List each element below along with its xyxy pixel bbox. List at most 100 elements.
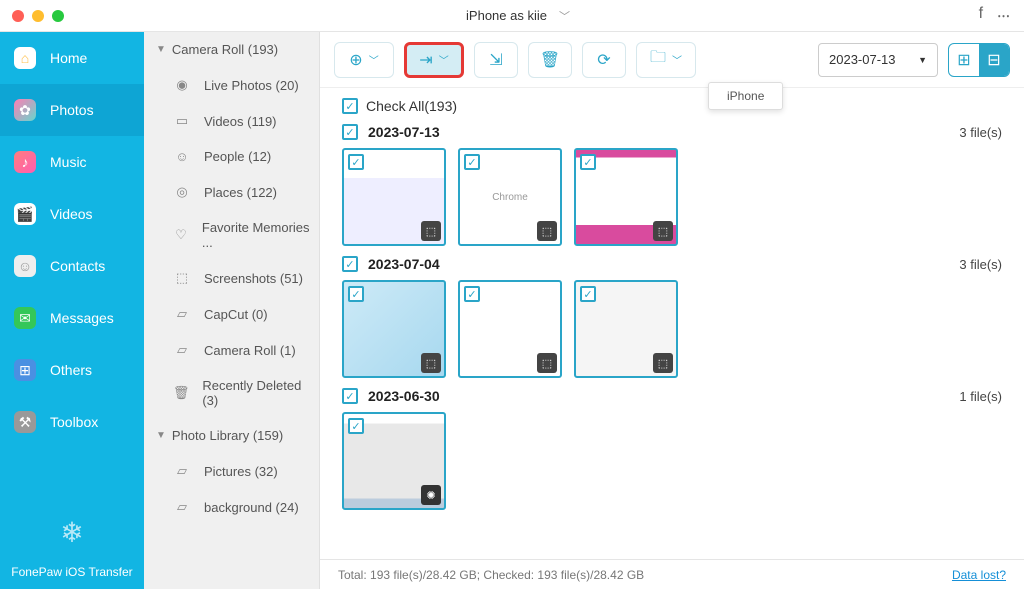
triangle-down-icon: ▼: [156, 44, 166, 55]
album-group-camera-roll[interactable]: ▼Camera Roll (193): [144, 32, 319, 67]
thumb-checkbox[interactable]: ✓: [580, 154, 596, 170]
check-all-row[interactable]: ✓ Check All(193): [342, 98, 1002, 114]
photo-thumbnail[interactable]: ✓⬚: [342, 148, 446, 246]
date-selector-value: 2023-07-13: [829, 52, 896, 67]
heart-icon: ♡: [172, 227, 190, 243]
app-name: FonePaw iOS Transfer: [0, 555, 144, 589]
album-screenshots[interactable]: ⬚Screenshots (51): [144, 260, 319, 296]
maximize-window-button[interactable]: [52, 10, 64, 22]
view-grid-small-button[interactable]: ⊟: [979, 44, 1009, 76]
thumb-checkbox[interactable]: ✓: [464, 154, 480, 170]
nav-messages[interactable]: ✉ Messages: [0, 292, 144, 344]
videos-icon: 🎬: [14, 203, 36, 225]
close-window-button[interactable]: [12, 10, 24, 22]
status-text: Total: 193 file(s)/28.42 GB; Checked: 19…: [338, 568, 644, 582]
view-grid-large-button[interactable]: ⊞: [949, 44, 979, 76]
nav-label: Home: [50, 50, 87, 66]
section-count: 1 file(s): [959, 389, 1002, 404]
others-icon: ⊞: [14, 359, 36, 381]
nav-label: Messages: [50, 310, 114, 326]
thumb-checkbox[interactable]: ✓: [348, 154, 364, 170]
section-date: 2023-07-04: [368, 256, 440, 272]
minimize-window-button[interactable]: [32, 10, 44, 22]
album-panel: ▼Camera Roll (193) ◉Live Photos (20) ▭Vi…: [144, 32, 320, 589]
photo-thumbnail[interactable]: ✓⬚: [458, 280, 562, 378]
album-group-photo-library[interactable]: ▼ Photo Library (159): [144, 418, 319, 453]
export-to-device-button[interactable]: ⇥﹀: [404, 42, 464, 78]
album-people[interactable]: ☺People (12): [144, 139, 319, 174]
export-tooltip: iPhone: [708, 82, 783, 110]
section-checkbox[interactable]: ✓: [342, 388, 358, 404]
date-selector[interactable]: 2023-07-13 ▼: [818, 43, 938, 77]
photo-thumbnail[interactable]: ✓⬚: [342, 280, 446, 378]
screenshot-badge-icon: ⬚: [537, 353, 557, 373]
feedback-icon[interactable]: ⸱⸱⸱: [997, 5, 1010, 27]
nav-others[interactable]: ⊞Others: [0, 344, 144, 396]
nav-label: Videos: [50, 206, 93, 222]
photo-thumbnail[interactable]: ✓⬚: [574, 148, 678, 246]
nav-home[interactable]: ⌂ Home: [0, 32, 144, 84]
contacts-icon: ☺: [14, 255, 36, 277]
album-label: Camera Roll (1): [204, 343, 296, 358]
album-favorite-memories[interactable]: ♡Favorite Memories ...: [144, 210, 319, 260]
export-to-pc-button[interactable]: ⇲: [474, 42, 518, 78]
nav-label: Photos: [50, 102, 94, 118]
people-icon: ☺: [172, 149, 192, 164]
photo-thumbnail[interactable]: ✓Chrome⬚: [458, 148, 562, 246]
album-pictures[interactable]: ▱Pictures (32): [144, 453, 319, 489]
screenshot-badge-icon: ⬚: [653, 353, 673, 373]
nav-music[interactable]: ♪Music: [0, 136, 144, 188]
titlebar: iPhone as kiie ﹀ f ⸱⸱⸱: [0, 0, 1024, 32]
add-button[interactable]: ⊕﹀: [334, 42, 394, 78]
thumb-checkbox[interactable]: ✓: [348, 286, 364, 302]
screenshot-badge-icon: ⬚: [653, 221, 673, 241]
section-date: 2023-07-13: [368, 124, 440, 140]
nav-label: Toolbox: [50, 414, 98, 430]
status-bar: Total: 193 file(s)/28.42 GB; Checked: 19…: [320, 559, 1024, 589]
album-label: Live Photos (20): [204, 78, 299, 93]
thumb-checkbox[interactable]: ✓: [348, 418, 364, 434]
places-icon: ◎: [172, 184, 192, 200]
nav-label: Music: [50, 154, 87, 170]
check-all-checkbox[interactable]: ✓: [342, 98, 358, 114]
photo-thumbnail[interactable]: ✓⬚: [574, 280, 678, 378]
delete-button[interactable]: 🗑: [528, 42, 572, 78]
album-videos[interactable]: ▭Videos (119): [144, 103, 319, 139]
messages-icon: ✉: [14, 307, 36, 329]
refresh-button[interactable]: ⟳: [582, 42, 626, 78]
nav-contacts[interactable]: ☺Contacts: [0, 240, 144, 292]
chevron-down-icon: ﹀: [369, 52, 379, 67]
triangle-down-icon: ▼: [918, 55, 927, 65]
nav-videos[interactable]: 🎬 Videos: [0, 188, 144, 240]
facebook-icon[interactable]: f: [979, 5, 983, 27]
section-checkbox[interactable]: ✓: [342, 256, 358, 272]
thumb-checkbox[interactable]: ✓: [580, 286, 596, 302]
section-checkbox[interactable]: ✓: [342, 124, 358, 140]
home-icon: ⌂: [14, 47, 36, 69]
triangle-down-icon: ▼: [156, 430, 166, 441]
photo-thumbnail[interactable]: ✓✺: [342, 412, 446, 510]
section-count: 3 file(s): [959, 125, 1002, 140]
section-header: ✓ 2023-07-04 3 file(s): [342, 256, 1002, 272]
album-camera-roll[interactable]: ▱Camera Roll (1): [144, 332, 319, 368]
main-panel: ⊕﹀ ⇥﹀ ⇲ 🗑 ⟳ 🗀﹀ 2023-07-13 ▼ ⊞ ⊟ iPhone ✓ …: [320, 32, 1024, 589]
image-icon: ▱: [172, 306, 192, 322]
group-name: Photo Library (159): [172, 428, 283, 443]
album-capcut[interactable]: ▱ CapCut (0): [144, 296, 319, 332]
photos-icon: ✿: [14, 99, 36, 121]
album-background[interactable]: ▱background (24): [144, 489, 319, 525]
check-all-label: Check All(193): [366, 98, 457, 114]
image-icon: ▱: [172, 463, 192, 479]
album-live-photos[interactable]: ◉Live Photos (20): [144, 67, 319, 103]
data-lost-link[interactable]: Data lost?: [952, 568, 1006, 582]
album-label: Videos (119): [204, 114, 277, 129]
nav-toolbox[interactable]: ⚒Toolbox: [0, 396, 144, 448]
album-recently-deleted[interactable]: 🗑Recently Deleted (3): [144, 368, 319, 418]
album-places[interactable]: ◎Places (122): [144, 174, 319, 210]
album-label: Recently Deleted (3): [202, 378, 311, 408]
folder-button[interactable]: 🗀﹀: [636, 42, 696, 78]
thumb-checkbox[interactable]: ✓: [464, 286, 480, 302]
nav-photos[interactable]: ✿ Photos: [0, 84, 144, 136]
album-label: CapCut (0): [204, 307, 268, 322]
device-selector[interactable]: iPhone as kiie ﹀: [454, 8, 570, 24]
